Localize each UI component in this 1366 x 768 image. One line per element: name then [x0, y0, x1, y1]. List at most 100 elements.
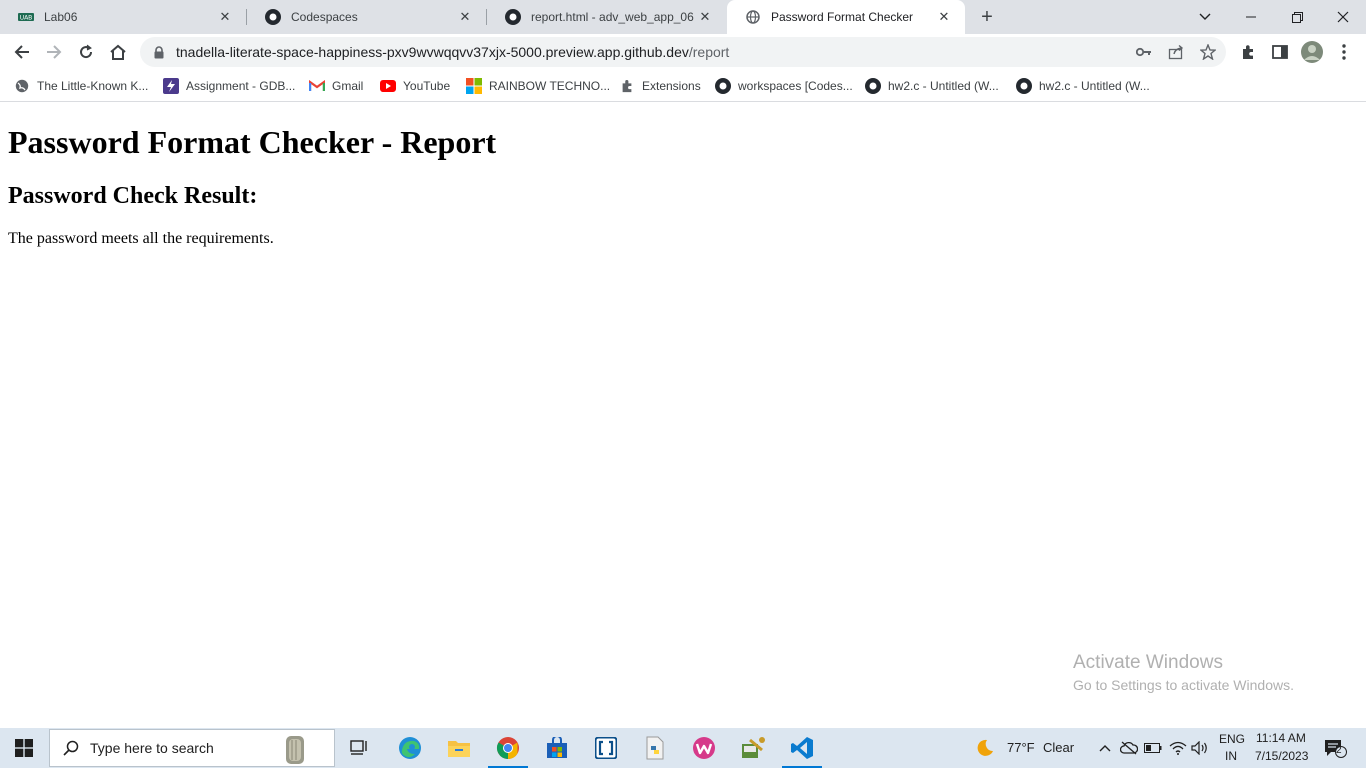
show-hidden-icons-chevron-icon[interactable] [1095, 738, 1115, 758]
close-window-button[interactable] [1320, 0, 1366, 34]
github-icon [265, 9, 281, 25]
clock-time[interactable]: 11:14 AM [1256, 731, 1306, 745]
youtube-icon [380, 78, 396, 94]
result-heading: Password Check Result: [8, 183, 258, 209]
tab-label: Lab06 [44, 10, 78, 24]
minimize-button[interactable] [1228, 0, 1274, 34]
notification-center-icon[interactable]: 2 [1322, 738, 1348, 758]
bookmark-youtube[interactable]: YouTube [380, 76, 450, 96]
globe-icon [745, 9, 761, 25]
lock-icon[interactable] [152, 45, 166, 59]
bookmark-label: RAINBOW TECHNO... [489, 79, 611, 93]
bookmark-label: YouTube [403, 79, 451, 93]
onedrive-sync-icon[interactable] [1119, 738, 1139, 758]
search-placeholder: Type here to search [90, 740, 214, 756]
rainbow-icon [466, 78, 482, 94]
bookmark-label: Extensions [642, 79, 701, 93]
bookmark-little-known[interactable]: The Little-Known K... [14, 76, 148, 96]
bookmark-label: workspaces [Codes... [738, 79, 853, 93]
edge-browser-icon[interactable] [386, 728, 434, 768]
vscode-icon[interactable] [778, 728, 826, 768]
volume-icon[interactable] [1190, 738, 1210, 758]
installer-app-icon[interactable] [729, 728, 777, 768]
chrome-icon[interactable] [484, 728, 532, 768]
github-icon [1016, 78, 1032, 94]
microsoft-store-icon[interactable] [533, 728, 581, 768]
profile-avatar[interactable] [1298, 38, 1326, 66]
close-tab-icon[interactable]: ✕ [696, 8, 714, 26]
taskbar-search-box[interactable]: Type here to search [49, 729, 335, 767]
tab-label: report.html - adv_web_app_06 [C [531, 10, 696, 24]
language-region[interactable]: IN [1225, 749, 1237, 763]
forward-button[interactable] [40, 38, 68, 66]
kebab-menu-icon[interactable] [1330, 38, 1358, 66]
bookmark-label: The Little-Known K... [37, 79, 149, 93]
browser-toolbar: tnadella-literate-space-happiness-pxv9wv… [0, 34, 1366, 70]
python-file-icon[interactable] [631, 728, 679, 768]
address-bar[interactable]: tnadella-literate-space-happiness-pxv9wv… [140, 37, 1226, 67]
tab-codespaces[interactable]: Codespaces ✕ [247, 0, 486, 34]
bookmark-hw2c-1[interactable]: hw2.c - Untitled (W... [865, 76, 999, 96]
tab-strip: UAB Lab06 ✕ Codespaces ✕ report.html - a… [0, 0, 1366, 34]
wifi-icon[interactable] [1168, 738, 1188, 758]
wps-office-icon[interactable] [680, 728, 728, 768]
bookmark-hw2c-2[interactable]: hw2.c - Untitled (W... [1016, 76, 1150, 96]
bookmarks-bar: The Little-Known K... Assignment - GDB..… [0, 70, 1366, 102]
bookmark-label: hw2.c - Untitled (W... [888, 79, 999, 93]
notification-count: 2 [1336, 745, 1342, 756]
github-icon [505, 9, 521, 25]
side-panel-icon[interactable] [1266, 38, 1294, 66]
bookmark-rainbow-techno[interactable]: RAINBOW TECHNO... [466, 76, 610, 96]
tab-lab06[interactable]: UAB Lab06 ✕ [0, 0, 246, 34]
puzzle-icon [619, 78, 635, 94]
start-button[interactable] [0, 728, 48, 768]
url-host: tnadella-literate-space-happiness-pxv9wv… [176, 44, 689, 60]
bookmark-workspaces-codespaces[interactable]: workspaces [Codes... [715, 76, 853, 96]
uab-logo-icon: UAB [18, 9, 34, 25]
windows-taskbar: Type here to search 77°F Clear ENG IN 11… [0, 728, 1366, 768]
weather-condition[interactable]: Clear [1043, 740, 1074, 755]
back-button[interactable] [8, 38, 36, 66]
tab-search-chevron-icon[interactable] [1182, 0, 1228, 34]
bookmark-star-icon[interactable] [1194, 37, 1222, 67]
close-tab-icon[interactable]: ✕ [935, 8, 953, 26]
clock-date[interactable]: 7/15/2023 [1255, 749, 1308, 763]
extensions-puzzle-icon[interactable] [1234, 38, 1262, 66]
battery-icon[interactable] [1143, 738, 1163, 758]
reload-button[interactable] [72, 38, 100, 66]
search-highlight-image [280, 732, 310, 766]
close-tab-icon[interactable]: ✕ [216, 8, 234, 26]
activate-windows-watermark: Activate Windows Go to Settings to activ… [1073, 652, 1294, 696]
share-icon[interactable] [1162, 37, 1190, 67]
tab-password-format-checker[interactable]: Password Format Checker ✕ [727, 0, 965, 34]
weather-moon-icon[interactable] [975, 738, 995, 758]
globe-icon [14, 78, 30, 94]
result-message: The password meets all the requirements. [8, 230, 274, 247]
task-view-icon[interactable] [336, 728, 384, 768]
key-icon[interactable] [1130, 37, 1158, 67]
watermark-title: Activate Windows [1073, 652, 1223, 673]
new-tab-button[interactable]: + [975, 5, 999, 29]
bookmark-assignment-gdb[interactable]: Assignment - GDB... [163, 76, 295, 96]
codespace-app-icon[interactable] [582, 728, 630, 768]
assignment-icon [163, 78, 179, 94]
search-icon [62, 739, 80, 757]
page-title: Password Format Checker - Report [8, 124, 497, 160]
bookmark-gmail[interactable]: Gmail [309, 76, 363, 96]
bookmark-extensions[interactable]: Extensions [619, 76, 701, 96]
close-tab-icon[interactable]: ✕ [456, 8, 474, 26]
url-path: /report [688, 44, 730, 60]
url-text: tnadella-literate-space-happiness-pxv9wv… [176, 44, 729, 60]
svg-text:UAB: UAB [20, 15, 33, 22]
file-explorer-icon[interactable] [435, 728, 483, 768]
home-button[interactable] [104, 38, 132, 66]
gmail-icon [309, 78, 325, 94]
language-code[interactable]: ENG [1219, 732, 1245, 746]
tab-report-html[interactable]: report.html - adv_web_app_06 [C ✕ [487, 0, 726, 34]
bookmark-label: Gmail [332, 79, 364, 93]
tab-label: Codespaces [291, 10, 358, 24]
weather-temperature[interactable]: 77°F [1007, 740, 1035, 755]
watermark-subtitle: Go to Settings to activate Windows. [1073, 677, 1294, 693]
tab-label: Password Format Checker [771, 10, 914, 24]
restore-button[interactable] [1274, 0, 1320, 34]
